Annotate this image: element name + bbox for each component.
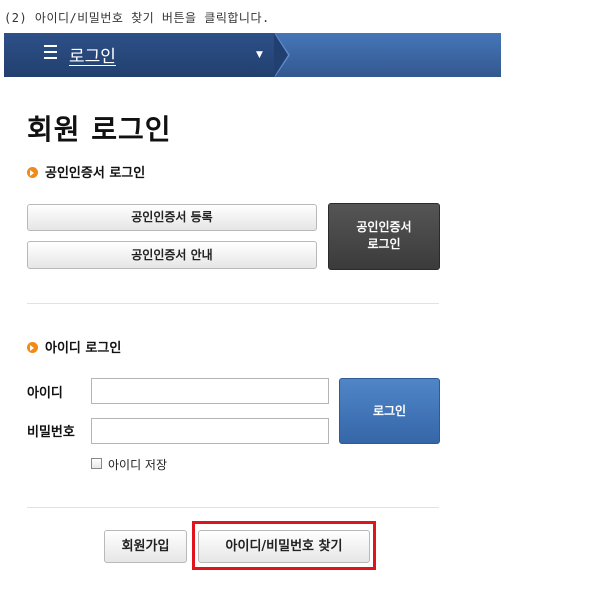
cert-register-button[interactable]: 공인인증서 등록: [27, 204, 317, 231]
bullet-arrow-icon: [27, 342, 38, 353]
cert-login-label-1: 공인인증서: [356, 220, 412, 234]
id-section-heading: 아이디 로그인: [27, 337, 121, 356]
password-input[interactable]: [91, 418, 329, 444]
cert-section-heading: 공인인증서 로그인: [27, 162, 145, 181]
cert-login-button[interactable]: 공인인증서 로그인: [328, 203, 440, 270]
hamburger-icon[interactable]: [44, 45, 57, 59]
save-id-checkbox[interactable]: [91, 458, 102, 469]
page-title: 회원 로그인: [27, 113, 172, 146]
highlight-box: [192, 521, 376, 570]
id-login-button[interactable]: 로그인: [339, 378, 440, 444]
join-button[interactable]: 회원가입: [104, 530, 187, 563]
top-navbar: 로그인 ▼: [4, 33, 501, 77]
section-divider: [27, 507, 439, 508]
save-id-label[interactable]: 아이디 저장: [108, 456, 167, 473]
cert-login-label-2: 로그인: [367, 237, 401, 251]
section-divider: [27, 303, 439, 304]
nav-title[interactable]: 로그인: [69, 42, 116, 67]
bullet-arrow-icon: [27, 167, 38, 178]
cert-section-title: 공인인증서 로그인: [45, 166, 146, 181]
nav-arrow: [274, 33, 288, 77]
instruction-caption: (2) 아이디/비밀번호 찾기 버튼을 클릭합니다.: [4, 11, 270, 25]
id-input[interactable]: [91, 378, 329, 404]
id-section-title: 아이디 로그인: [45, 341, 122, 356]
triangle-down-icon[interactable]: ▼: [256, 50, 263, 60]
password-label: 비밀번호: [27, 425, 75, 440]
id-label: 아이디: [27, 386, 63, 401]
cert-guide-button[interactable]: 공인인증서 안내: [27, 241, 317, 269]
